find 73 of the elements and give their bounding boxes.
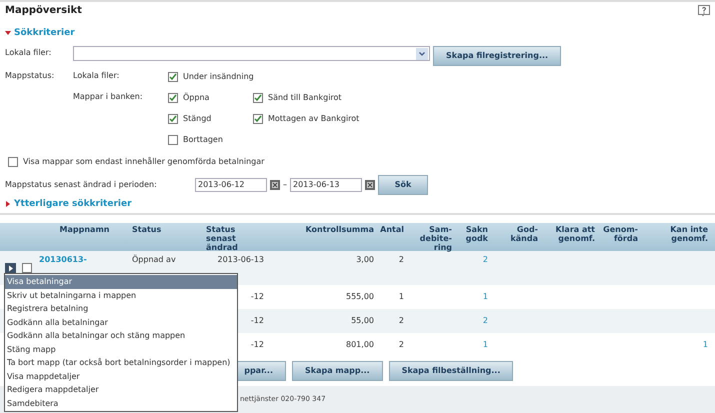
local-files-dropdown[interactable] <box>73 46 430 61</box>
field-label: Lokala filer: <box>5 48 52 58</box>
column-header[interactable]: God-kända <box>489 225 539 251</box>
create-file-registration-button[interactable]: Skapa filregistrering... <box>433 46 562 66</box>
table-cell: 2 <box>398 316 404 325</box>
menu-item[interactable]: Samdebitera <box>5 396 237 410</box>
play-icon[interactable] <box>5 262 16 274</box>
checkbox[interactable] <box>168 72 178 82</box>
checkbox-label: Öppna <box>183 93 210 103</box>
checkbox-label: Sänd till Bankgirot <box>268 93 342 103</box>
checkbox-label: Stängd <box>183 114 212 124</box>
table-cell: 2013-06-13 <box>218 255 264 264</box>
chevron-down-icon <box>416 48 428 60</box>
checkbox-label: Mottagen av Bankgirot <box>268 114 360 124</box>
column-header[interactable]: Antal <box>375 225 405 251</box>
column-header[interactable]: Klara att genomf. <box>539 225 596 251</box>
table-cell: 801,00 <box>346 340 374 349</box>
field-label: Mappstatus senast ändrad i perioden: <box>5 180 158 190</box>
menu-item[interactable]: Registrera betalning <box>5 302 237 316</box>
table-cell: 1 <box>482 292 488 301</box>
group-label: Lokala filer: <box>73 71 120 82</box>
date-separator: – <box>283 180 287 190</box>
column-header[interactable]: Mappnamn <box>38 225 131 251</box>
menu-item[interactable]: Stäng mapp <box>5 342 237 356</box>
checkbox[interactable] <box>22 263 32 273</box>
table-cell: 55,00 <box>351 316 374 325</box>
table-cell: -12 <box>250 340 264 349</box>
page-title: Mappöversikt <box>5 5 82 17</box>
menu-item[interactable]: Skriv ut betalningarna i mappen <box>5 288 237 302</box>
column-header[interactable]: Sam-debite-ring <box>405 225 453 251</box>
checkbox-label: Under insändning <box>183 72 254 82</box>
calendar-icon[interactable] <box>365 180 375 190</box>
table-cell: 1 <box>398 292 404 301</box>
checkbox[interactable] <box>168 93 178 103</box>
column-header[interactable]: Status <box>131 225 205 251</box>
date-field[interactable]: 2013-06-13 <box>290 178 362 192</box>
help-icon[interactable] <box>698 5 710 17</box>
checkbox[interactable] <box>8 157 18 167</box>
table-cell: 555,00 <box>346 292 374 301</box>
column-header[interactable]: Sakn godk <box>453 225 489 251</box>
table-cell: 2 <box>398 255 404 264</box>
column-header[interactable]: Kontrollsumma <box>265 225 375 251</box>
menu-item[interactable]: Redigera mappdetaljer <box>5 383 237 396</box>
search-button[interactable]: Sök <box>378 175 428 195</box>
calendar-icon[interactable] <box>270 180 280 190</box>
section-heading[interactable]: Sökkriterier <box>14 28 75 38</box>
table-cell: 1 <box>702 340 708 349</box>
checkbox[interactable] <box>168 135 178 145</box>
checkbox[interactable] <box>253 93 263 103</box>
table-cell: 2 <box>482 255 488 264</box>
action-button[interactable]: Skapa mapp... <box>292 361 383 381</box>
action-button[interactable]: Skapa filbeställning... <box>388 361 514 381</box>
checkbox[interactable] <box>253 114 263 124</box>
table-cell: 2 <box>482 316 488 325</box>
date-field[interactable]: 2013-06-12 <box>195 178 267 192</box>
menu-item[interactable]: Godkänn alla betalningar och stäng mappen <box>5 329 237 342</box>
menu-item[interactable]: Godkänn alla betalningar <box>5 316 237 329</box>
field-label: Mappstatus: <box>5 71 56 82</box>
checkbox-label: Borttagen <box>183 135 223 145</box>
table-cell: 1 <box>482 340 488 349</box>
table-cell: -12 <box>250 316 264 325</box>
column-header[interactable]: Status senast ändrad <box>205 225 265 251</box>
section-heading[interactable]: Ytterligare sökkriterier <box>14 199 132 209</box>
column-header[interactable]: Kan inte genomf. <box>639 225 709 251</box>
checkbox-label: Visa mappar som endast innehåller genomförda betalningar <box>23 157 264 167</box>
checkbox[interactable] <box>168 114 178 124</box>
table-cell: Öppnad av <box>132 255 176 264</box>
table-cell: 2 <box>398 340 404 349</box>
table-cell: -12 <box>250 292 264 301</box>
column-header[interactable]: Genom-förda <box>596 225 639 251</box>
menu-item[interactable]: Visa betalningar <box>5 275 237 288</box>
table-cell: 3,00 <box>356 255 374 264</box>
group-label: Mappar i banken: <box>73 92 144 103</box>
